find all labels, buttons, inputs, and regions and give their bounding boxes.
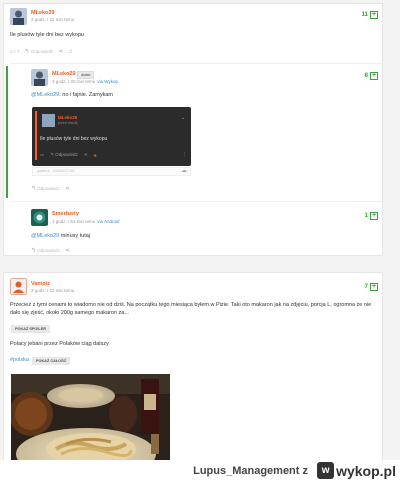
reply-button[interactable]: ↰ Odpowiedz — [24, 48, 53, 55]
entry-actions: ▭ 7 ↰ Odpowiedz ⋖ ♫ — [10, 48, 73, 56]
embed-actions: ▭ ↰ Odpowiedz ⋖ ♣ — [40, 152, 97, 158]
upvote-button[interactable]: + — [370, 11, 378, 19]
share-icon[interactable]: ⋖ — [65, 185, 70, 192]
embedded-screenshot[interactable]: MLeko29 przed chwilą ⌄ Ile plusów tyle d… — [32, 107, 191, 166]
reply-meta: 1 godz. / 51 min temu via Android — [52, 219, 120, 224]
comments-button[interactable]: ▭ 7 — [10, 48, 19, 55]
show-all-button[interactable]: POKAŻ CAŁOŚĆ — [32, 357, 71, 365]
comment-icon: ▭ — [10, 49, 16, 55]
mention-link[interactable]: @MLeko29 — [31, 233, 59, 239]
entry-body: Ile plusów tyle dni bez wykopu — [10, 32, 84, 38]
bell-icon[interactable]: ♫ — [68, 49, 73, 55]
post-meta: 3 godz. / 22 min temu — [31, 288, 75, 293]
upvote-button[interactable]: + — [370, 72, 378, 80]
username[interactable]: MLeko29 — [52, 71, 76, 77]
watermark-text: Lupus_Management z — [193, 465, 308, 477]
reply-meta: 3 godz. / 20 min temu via Wykop — [52, 79, 118, 84]
entry-body-2: Polacy jebani przez Polaków ciąg dalszy — [10, 341, 109, 347]
reply-separator — [10, 63, 382, 64]
share-icon[interactable]: ⋖ — [65, 247, 70, 254]
author-badge: Autor — [77, 71, 95, 79]
upvote-button[interactable]: + — [370, 212, 378, 220]
source-text: pobierz · 1000007744 — [37, 169, 74, 173]
embed-meta: przed chwilą — [58, 121, 78, 125]
reply-icon: ↰ — [31, 186, 37, 192]
vote-count: 1 — [364, 213, 368, 219]
share-icon[interactable]: ⋖ — [58, 48, 63, 55]
logo-text: wykop.pl — [336, 462, 396, 479]
share-icon: ⋖ — [83, 152, 88, 157]
cloud-icon[interactable]: ☁ — [181, 167, 187, 174]
reply-body: @MLeko29 minusy tutaj — [31, 233, 91, 239]
embed-accent-bar — [35, 111, 37, 160]
vote-count: 8 — [364, 73, 368, 79]
entry-card: Vampiz 3 godz. / 22 min temu 7 + Przecie… — [3, 272, 383, 473]
reply-button[interactable]: ↰ Odpowiedz — [31, 185, 60, 192]
post-meta: 3 godz. / 22 min temu — [31, 17, 75, 22]
reply-icon: ↰ — [31, 248, 37, 254]
username[interactable]: MLeko29 — [31, 10, 55, 16]
embed-username: MLeko29 — [58, 115, 78, 120]
tag-link[interactable]: #polska — [10, 357, 29, 363]
entry-body: Przecież z tymi cenami to wiadomo nie od… — [10, 302, 372, 316]
flame-icon: ♣ — [93, 152, 97, 158]
reply-actions: ↰ Odpowiedz ⋖ — [31, 185, 70, 192]
embed-body: Ile plusów tyle dni bez wykopu — [40, 136, 108, 142]
username[interactable]: Vampiz — [31, 281, 50, 287]
embed-menu-icon: ⌄ — [180, 115, 185, 121]
reply-actions: ↰ Odpowiedz ⋖ — [31, 247, 70, 254]
mention-link[interactable]: @MLeko29 — [31, 92, 59, 98]
username[interactable]: Smerfusty — [52, 211, 79, 217]
avatar[interactable] — [10, 8, 27, 25]
avatar[interactable] — [31, 69, 48, 86]
reply-thread-line — [6, 66, 8, 198]
tag-row: #polska — [10, 356, 29, 364]
reply-button[interactable]: ↰ Odpowiedz — [31, 247, 60, 254]
show-spoiler-button[interactable]: POKAŻ SPOILER — [11, 325, 51, 333]
embed-more-icon: ⋮ — [182, 152, 187, 158]
entry-card: MLeko29 3 godz. / 22 min temu 11 + Ile p… — [3, 3, 383, 256]
avatar[interactable] — [10, 278, 27, 295]
image-source-bar: pobierz · 1000007744 ☁ — [32, 167, 191, 176]
upvote-button[interactable]: + — [370, 283, 378, 291]
vote-count: 7 — [364, 284, 368, 290]
wykop-logo: w wykop.pl — [317, 462, 396, 479]
avatar — [42, 114, 55, 127]
reply-icon: ↰ — [24, 49, 30, 55]
vote-count: 11 — [361, 12, 368, 18]
reply-body: @MLeko29: no i fajnie. Zamykam — [31, 92, 114, 98]
watermark-bar: Lupus_Management z w wykop.pl — [0, 460, 400, 483]
embed-reply: ↰ Odpowiedz — [50, 152, 78, 157]
food-photo[interactable] — [11, 374, 170, 473]
avatar[interactable] — [31, 209, 48, 226]
logo-icon: w — [317, 462, 335, 479]
comment-icon: ▭ — [40, 152, 45, 157]
reply-separator — [10, 201, 382, 202]
